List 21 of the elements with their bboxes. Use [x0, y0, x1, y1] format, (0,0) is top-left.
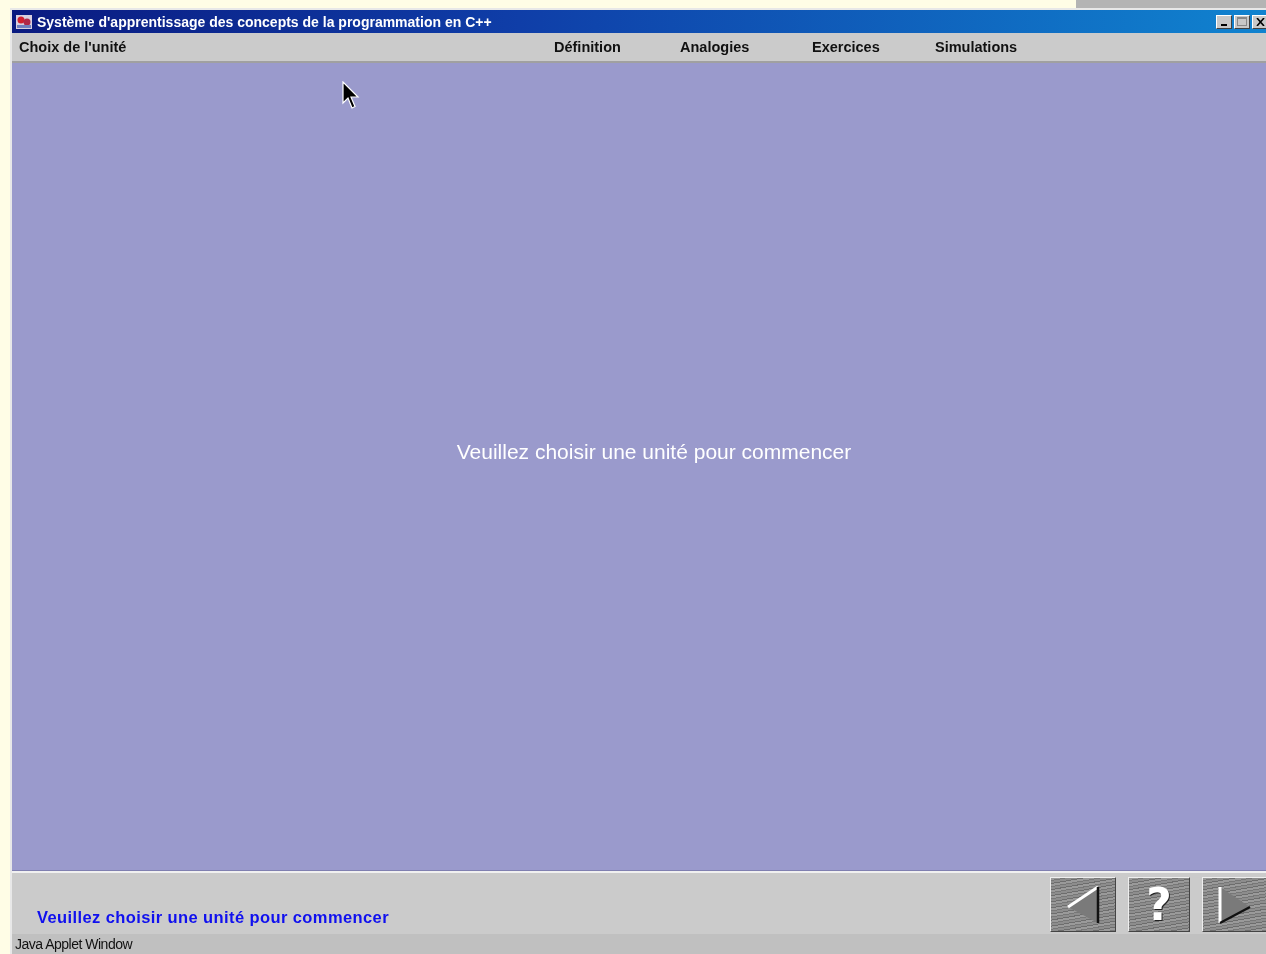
- status-message: Veuillez choisir une unité pour commencer: [37, 908, 390, 927]
- right-triangle-icon: [1218, 884, 1252, 925]
- menu-item[interactable]: Simulations: [935, 39, 1018, 55]
- menu-item[interactable]: Choix de l'unité: [19, 39, 554, 55]
- left-triangle-icon: [1066, 884, 1100, 925]
- next-button[interactable]: [1202, 877, 1266, 932]
- close-icon: [1255, 17, 1265, 26]
- applet-label: Java Applet Window: [15, 936, 133, 952]
- minimize-button[interactable]: [1216, 14, 1232, 29]
- mouse-cursor-icon: [342, 81, 362, 111]
- previous-button[interactable]: [1050, 877, 1116, 932]
- app-icon: [15, 12, 33, 31]
- menu-item[interactable]: Exercices: [812, 39, 935, 55]
- prompt-message: Veuillez choisir une unité pour commencer: [456, 439, 852, 464]
- maximize-button[interactable]: [1234, 14, 1250, 29]
- menu-item[interactable]: Analogies: [680, 39, 812, 55]
- menu-item[interactable]: Définition: [554, 39, 680, 55]
- minimize-icon: [1221, 23, 1227, 26]
- window-title: Système d'apprentissage des concepts de la programmation en C++: [37, 13, 493, 30]
- close-button[interactable]: [1252, 14, 1266, 29]
- maximize-icon: [1237, 17, 1247, 26]
